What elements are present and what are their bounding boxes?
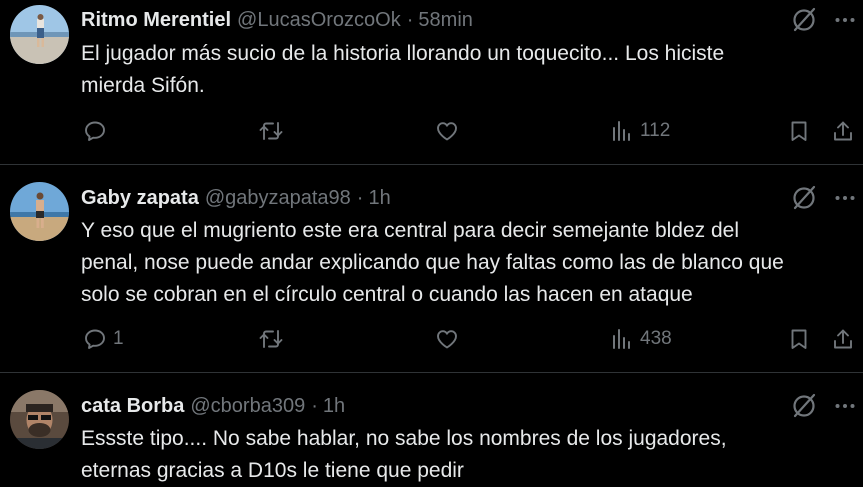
more-icon[interactable] xyxy=(830,5,860,35)
separator-dot: · xyxy=(356,186,364,209)
tweet-text: El jugador más sucio de la historia llor… xyxy=(81,38,851,102)
retweet-icon xyxy=(259,122,283,140)
user-handle[interactable]: @gabyzapata98 xyxy=(205,187,351,210)
retweet-button[interactable] xyxy=(258,116,284,146)
share-icon xyxy=(834,121,852,141)
bookmark-button[interactable] xyxy=(787,116,811,146)
display-name[interactable]: Gaby zapata xyxy=(81,187,199,210)
timestamp[interactable]: 1h xyxy=(323,395,345,418)
reply-icon xyxy=(85,329,105,349)
like-icon xyxy=(437,330,457,349)
tweet-text-line: El jugador más sucio de la historia llor… xyxy=(81,42,725,65)
grok-icon[interactable] xyxy=(789,183,819,213)
like-icon xyxy=(437,122,457,141)
tweet-header: cata Borba @cborba309 · 1h xyxy=(81,394,345,418)
views-icon xyxy=(613,329,630,349)
more-icon[interactable] xyxy=(830,183,860,213)
action-bar: 1 438 xyxy=(0,324,863,354)
tweet-text: Y eso que el mugriento este era central … xyxy=(81,215,851,311)
grok-icon[interactable] xyxy=(789,391,819,421)
bookmark-button[interactable] xyxy=(787,324,811,354)
bookmark-icon xyxy=(791,121,807,141)
views-button[interactable]: 112 xyxy=(610,116,670,146)
reply-icon xyxy=(85,121,105,141)
share-button[interactable] xyxy=(831,324,855,354)
tweet-header: Ritmo Merentiel @LucasOrozcoOk · 58min xyxy=(81,8,473,32)
tweet-text-line: Essste tipo.... No sabe hablar, no sabe … xyxy=(81,427,727,450)
like-button[interactable] xyxy=(435,324,459,354)
action-bar: 112 xyxy=(0,116,863,146)
tweet[interactable]: Gaby zapata @gabyzapata98 · 1h Y eso que… xyxy=(0,165,863,372)
more-icon[interactable] xyxy=(830,391,860,421)
user-handle[interactable]: @LucasOrozcoOk xyxy=(237,9,401,32)
reply-count: 1 xyxy=(113,328,124,349)
tweet-text-line: Y eso que el mugriento este era central … xyxy=(81,219,740,242)
views-count: 112 xyxy=(640,120,671,141)
retweet-button[interactable] xyxy=(258,324,284,354)
tweet-text-line: penal, nose puede andar explicando que h… xyxy=(81,251,784,274)
separator-dot: · xyxy=(406,8,414,31)
timestamp[interactable]: 1h xyxy=(368,187,390,210)
tweet-header: Gaby zapata @gabyzapata98 · 1h xyxy=(81,186,391,210)
retweet-icon xyxy=(259,330,283,348)
bookmark-icon xyxy=(791,329,807,349)
avatar[interactable] xyxy=(10,390,69,449)
views-count: 438 xyxy=(640,328,672,349)
user-handle[interactable]: @cborba309 xyxy=(190,395,305,418)
tweet-text-line: solo se cobran en el círculo central o c… xyxy=(81,283,693,306)
avatar[interactable] xyxy=(10,5,69,64)
separator-dot: · xyxy=(311,394,318,417)
reply-button[interactable] xyxy=(83,116,107,146)
display-name[interactable]: Ritmo Merentiel xyxy=(81,9,231,32)
avatar[interactable] xyxy=(10,182,69,241)
share-icon xyxy=(834,329,852,349)
tweet[interactable]: cata Borba @cborba309 · 1h Essste tipo..… xyxy=(0,373,863,484)
tweet[interactable]: Ritmo Merentiel @LucasOrozcoOk · 58min E… xyxy=(0,0,863,164)
share-button[interactable] xyxy=(831,116,855,146)
views-icon xyxy=(613,121,630,141)
tweet-text-line: mierda Sifón. xyxy=(81,74,205,97)
views-button[interactable]: 438 xyxy=(610,324,672,354)
grok-icon[interactable] xyxy=(789,5,819,35)
tweet-text: Essste tipo.... No sabe hablar, no sabe … xyxy=(81,423,851,487)
like-button[interactable] xyxy=(435,116,459,146)
tweet-text-line: eternas gracias a D10s le tiene que pedi… xyxy=(81,459,464,482)
display-name[interactable]: cata Borba xyxy=(81,395,184,418)
reply-button[interactable]: 1 xyxy=(83,324,124,354)
timestamp[interactable]: 58min xyxy=(418,9,472,32)
